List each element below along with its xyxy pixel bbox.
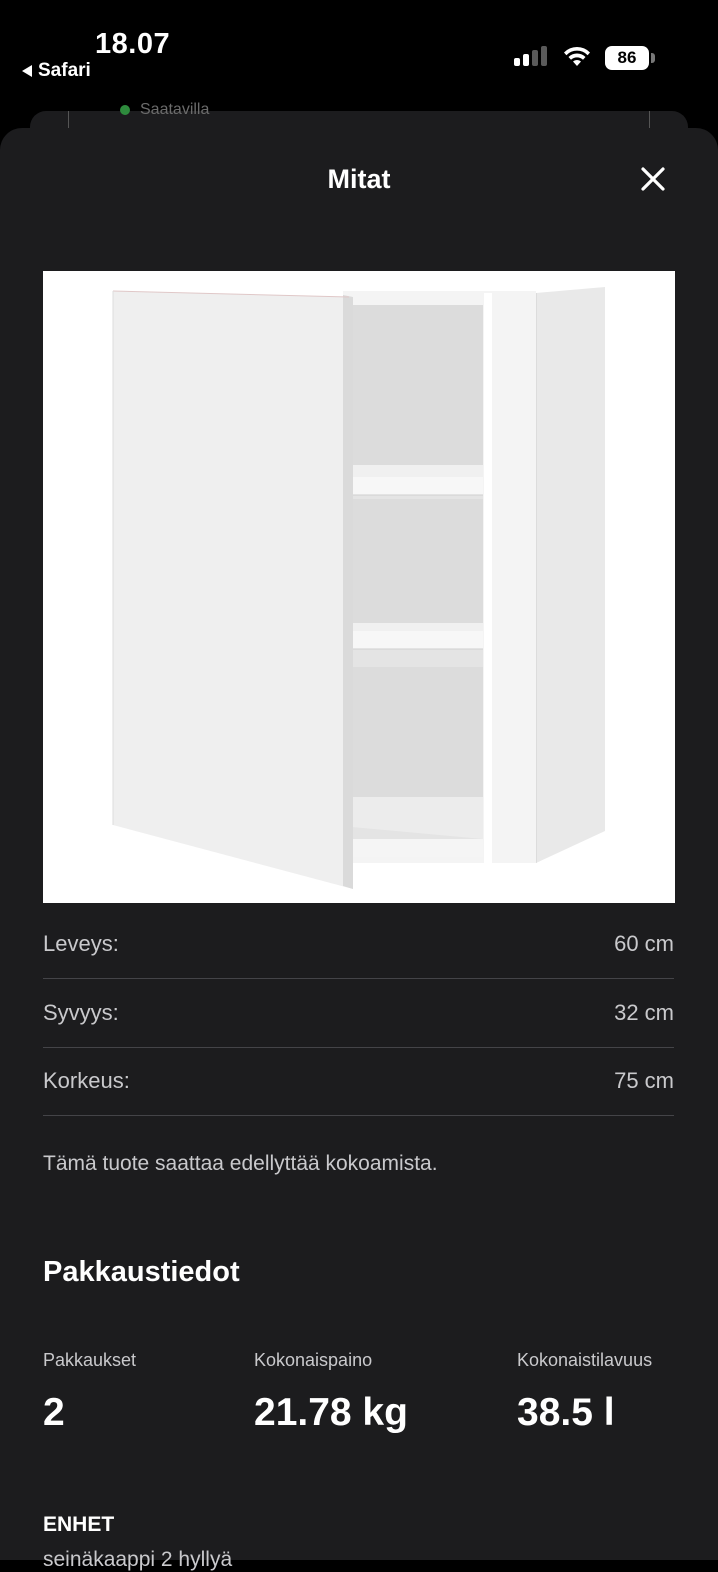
dimension-label: Korkeus:: [43, 1068, 130, 1093]
battery-icon: 86: [605, 46, 649, 70]
sheet-title: Mitat: [327, 164, 391, 194]
dimension-label: Leveys:: [43, 931, 119, 956]
wifi-icon: [564, 46, 590, 66]
packaging-packages: Pakkaukset 2: [43, 1350, 136, 1435]
packaging-value: 38.5 l: [517, 1391, 615, 1434]
close-icon[interactable]: [636, 162, 670, 196]
packaging-weight: Kokonaispaino 21.78 kg: [254, 1350, 408, 1435]
dimensions-sheet: Mitat Leveys: 60 cm Syvyys: 32 cm Korkeu…: [0, 128, 718, 1571]
underlying-divider: [649, 111, 650, 129]
status-bar: 18.07 Safari 86: [0, 0, 718, 110]
back-to-app-button[interactable]: Safari: [22, 60, 91, 82]
packaging-volume: Kokonaistilavuus 38.5 l: [517, 1350, 652, 1435]
packaging-section-title: Pakkaustiedot: [43, 1256, 240, 1288]
battery-nub: [651, 53, 655, 63]
packaging-label: Pakkaukset: [43, 1350, 137, 1370]
dimension-value: 60 cm: [614, 931, 674, 956]
product-image: [43, 271, 675, 903]
availability-peek: Saatavilla: [120, 101, 209, 119]
back-app-label: Safari: [38, 60, 91, 81]
dimension-value: 75 cm: [614, 1068, 674, 1093]
packaging-value: 2: [43, 1391, 65, 1434]
status-time: 18.07: [95, 28, 171, 60]
available-dot-icon: [120, 105, 130, 115]
dimension-value: 32 cm: [614, 1000, 674, 1025]
underlying-divider: [68, 111, 69, 129]
dimension-label: Syvyys:: [43, 1000, 119, 1025]
dimension-row-width: Leveys: 60 cm: [43, 910, 674, 979]
cellular-signal-icon: [514, 46, 547, 66]
dimension-row-height: Korkeus: 75 cm: [43, 1047, 674, 1116]
availability-label: Saatavilla: [140, 101, 210, 118]
packaging-value: 21.78 kg: [254, 1391, 408, 1434]
dimension-row-depth: Syvyys: 32 cm: [43, 979, 674, 1048]
assembly-note: Tämä tuote saattaa edellyttää kokoamista…: [43, 1152, 438, 1175]
packaging-label: Kokonaispaino: [254, 1350, 373, 1370]
units-section-title: ENHET: [43, 1513, 115, 1536]
wall-cabinet-illustration: [112, 287, 605, 889]
battery-level: 86: [617, 48, 637, 67]
back-arrow-icon: [22, 65, 32, 77]
units-item-peek: seinäkaappi 2 hyllyä: [43, 1548, 233, 1571]
packaging-label: Kokonaistilavuus: [517, 1350, 653, 1370]
